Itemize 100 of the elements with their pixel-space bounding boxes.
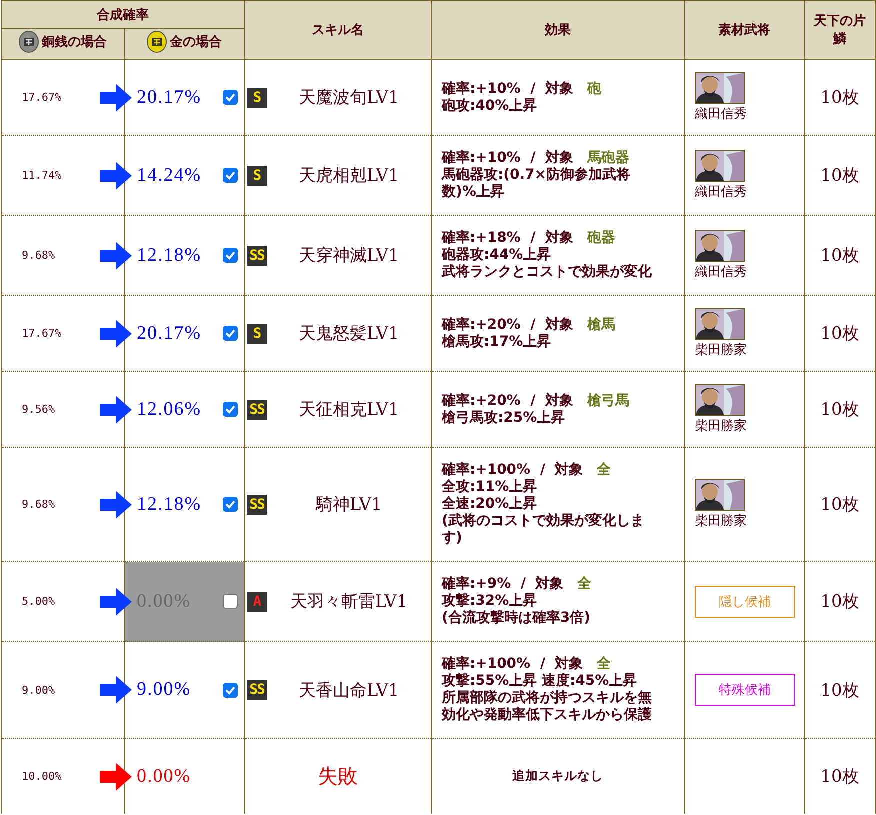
shard-count: 10枚 <box>820 323 860 345</box>
shard-count: 10枚 <box>820 245 860 267</box>
arrow-icon <box>100 588 132 616</box>
skill-name: 天征相克LV1 <box>298 399 400 421</box>
effect-chance: 確率:+100% / 対象 <box>442 656 584 672</box>
effect-line: 攻撃:32%上昇 <box>442 593 538 610</box>
synthesis-rate: 0.00% <box>137 766 192 788</box>
effect-target: 砲 <box>587 80 602 96</box>
arrow-icon <box>100 84 132 112</box>
effect-chance: 確率:+100% / 対象 <box>442 462 584 478</box>
synthesis-rate: 20.17% <box>137 86 202 108</box>
checkbox[interactable] <box>223 497 238 512</box>
checkbox[interactable] <box>223 402 238 417</box>
effect-chance: 確率:+18% / 対象 <box>442 230 574 246</box>
synthesis-rate: 12.18% <box>137 494 202 516</box>
column-header: 天下の片鱗 <box>812 13 867 48</box>
coin-icon <box>19 31 39 53</box>
effect-target: 全 <box>597 462 612 478</box>
skill-name: 天穿神滅LV1 <box>298 245 400 267</box>
effect-line: 馬砲器攻:(0.7×防御参加武将数)%上昇 <box>442 167 632 201</box>
base-rate: 17.67% <box>22 91 62 104</box>
column-header: 金の場合 <box>170 34 222 51</box>
rank-badge: SS <box>247 680 267 700</box>
shard-count: 10枚 <box>820 680 860 702</box>
effect-line: 全速:20%上昇 <box>442 496 538 513</box>
rank-badge: A <box>247 592 267 612</box>
shard-count: 10枚 <box>820 591 860 613</box>
general-name: 織田信秀 <box>695 264 747 281</box>
checkbox[interactable] <box>223 326 238 341</box>
synthesis-rate: 12.18% <box>137 244 202 266</box>
arrow-icon <box>100 242 132 270</box>
skill-name: 天羽々斬雷LV1 <box>289 591 409 613</box>
arrow-icon <box>100 396 132 424</box>
general-name: 織田信秀 <box>695 106 747 123</box>
synthesis-rate: 14.24% <box>137 164 202 186</box>
effect-chance: 確率:+10% / 対象 <box>442 150 574 166</box>
general-name: 柴田勝家 <box>695 513 747 530</box>
general-name: 柴田勝家 <box>695 418 747 435</box>
arrow-icon <box>100 676 132 704</box>
effect-line: 武将ランクとコストで効果が変化 <box>442 264 653 281</box>
effect-target: 槍馬 <box>587 316 616 332</box>
effect-line: 槍馬攻:17%上昇 <box>442 334 552 350</box>
column-header: 効果 <box>545 23 571 38</box>
column-header: 合成確率 <box>97 8 149 22</box>
candidate-tag: 特殊候補 <box>695 674 795 706</box>
checkbox[interactable] <box>223 682 238 698</box>
base-rate: 11.74% <box>22 169 62 182</box>
rank-badge: SS <box>247 246 267 266</box>
arrow-icon <box>100 762 132 790</box>
base-rate: 10.00% <box>22 770 62 783</box>
coin-icon <box>147 31 167 53</box>
effect-line: (武将のコストで効果が変化します) <box>442 513 646 547</box>
rank-badge: S <box>247 88 267 108</box>
skill-name: 天虎相剋LV1 <box>298 165 400 187</box>
synthesis-rate: 20.17% <box>137 322 202 344</box>
skill-name: 天魔波旬LV1 <box>298 87 400 109</box>
effect-line: 槍弓馬攻:25%上昇 <box>442 410 566 426</box>
base-rate: 9.00% <box>22 684 56 696</box>
effect-note: 追加スキルなし <box>512 768 604 785</box>
effect-chance: 確率:+10% / 対象 <box>442 80 574 96</box>
skill-name: 天鬼怒髪LV1 <box>298 323 400 345</box>
fail-label: 失敗 <box>317 763 359 790</box>
column-header: 銅銭の場合 <box>42 34 107 51</box>
general-name: 柴田勝家 <box>695 342 747 359</box>
column-header: 素材武将 <box>718 23 770 38</box>
effect-chance: 確率:+20% / 対象 <box>442 316 574 332</box>
base-rate: 5.00% <box>22 595 56 608</box>
column-header: スキル名 <box>312 23 364 38</box>
effect-chance: 確率:+20% / 対象 <box>442 392 574 408</box>
shard-count: 10枚 <box>820 87 860 109</box>
shard-count: 10枚 <box>820 165 860 187</box>
arrow-icon <box>100 490 132 518</box>
effect-chance: 確率:+9% / 対象 <box>442 576 564 592</box>
rank-badge: SS <box>247 400 267 420</box>
checkbox[interactable] <box>223 248 238 263</box>
effect-line: 所属部隊の武将が持つスキルを無効化や発動率低下スキルから保護 <box>442 690 653 724</box>
arrow-icon <box>100 162 132 190</box>
checkbox[interactable] <box>223 90 238 105</box>
rank-badge: S <box>247 324 267 344</box>
base-rate: 9.56% <box>22 403 56 416</box>
effect-target: 馬砲器 <box>587 150 630 166</box>
effect-line: (合流攻撃時は確率3倍) <box>442 610 592 627</box>
effect-line: 全攻:11%上昇 <box>442 479 538 496</box>
checkbox[interactable] <box>223 594 238 609</box>
effect-target: 砲器 <box>587 230 616 246</box>
checkbox[interactable] <box>223 168 238 183</box>
synthesis-rate: 12.06% <box>137 398 202 420</box>
candidate-tag: 隠し候補 <box>695 586 795 618</box>
effect-line: 攻撃:55%上昇 速度:45%上昇 <box>442 673 638 690</box>
effect-target: 槍弓馬 <box>587 392 630 408</box>
rank-badge: S <box>247 166 267 186</box>
effect-line: 砲器攻:44%上昇 <box>442 247 552 264</box>
base-rate: 17.67% <box>22 327 62 340</box>
rank-badge: SS <box>247 494 267 514</box>
arrow-icon <box>100 320 132 348</box>
base-rate: 9.68% <box>22 498 56 511</box>
shard-count: 10枚 <box>820 766 860 788</box>
general-name: 織田信秀 <box>695 184 747 201</box>
effect-target: 全 <box>578 576 592 592</box>
skill-name: 騎神LV1 <box>314 494 384 516</box>
